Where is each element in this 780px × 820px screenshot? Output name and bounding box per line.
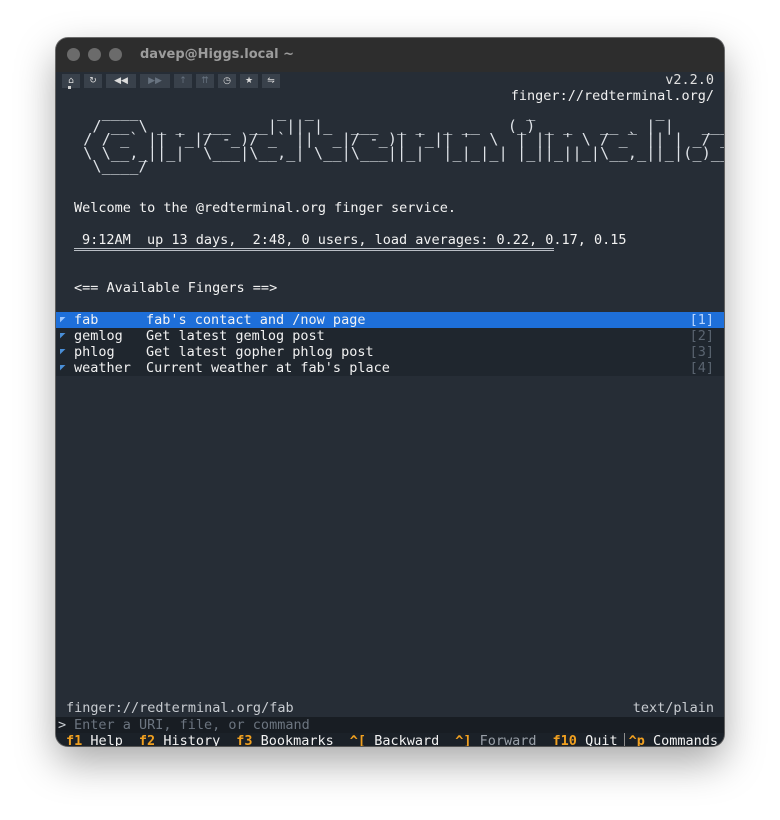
- identity-icon[interactable]: ⇋: [262, 74, 280, 88]
- finger-name: fab: [74, 312, 99, 328]
- available-fingers-heading: <== Available Fingers ==>: [74, 280, 278, 296]
- up-icon[interactable]: ↑: [174, 74, 192, 88]
- link-marker-icon: ◤: [60, 315, 66, 325]
- finger-name: gemlog: [74, 328, 123, 344]
- version-label: v2.2.0: [665, 72, 714, 88]
- backward-key-binding: ^[: [349, 733, 367, 746]
- separator-line: [74, 248, 554, 251]
- bookmarks-key-binding: f3: [236, 733, 253, 746]
- commands-key-label: Commands: [653, 733, 719, 746]
- help-key[interactable]: f1 Help: [66, 733, 123, 746]
- finger-description: Get latest gemlog post: [146, 328, 325, 344]
- title-bar: davep@Higgs.local ~: [56, 38, 724, 72]
- history-key-binding: f2: [138, 733, 156, 746]
- help-key-label: Help: [90, 733, 123, 746]
- navigation-toolbar: ⌂ ↻ ◀◀ ▶▶ ↑ ⇈ ◷ ★ ⇋: [62, 74, 280, 88]
- app-content: ⌂ ↻ ◀◀ ▶▶ ↑ ⇈ ◷ ★ ⇋ v2.2.0 finger://redt…: [56, 72, 724, 746]
- quit-key-label: Quit: [585, 733, 618, 746]
- finger-item[interactable]: ◤ phlog Get latest gopher phlog post [3]: [56, 344, 724, 360]
- reload-icon[interactable]: ↻: [84, 74, 102, 88]
- bookmarks-key-label: Bookmarks: [260, 733, 334, 746]
- command-input[interactable]: [74, 717, 724, 733]
- backward-key-label: Backward: [374, 733, 440, 746]
- minimize-window-button[interactable]: [88, 48, 101, 61]
- forward-key-label: Forward: [479, 733, 537, 746]
- finger-item[interactable]: ◤ gemlog Get latest gemlog post [2]: [56, 328, 724, 344]
- bookmarks-key[interactable]: f3 Bookmarks: [236, 733, 334, 746]
- window-title: davep@Higgs.local ~: [140, 47, 295, 62]
- link-marker-icon: ◤: [60, 363, 66, 373]
- redterminal-ascii-logo: ____ _ _ _ _ / __ \ _ _ ___ __| || |_ __…: [83, 103, 724, 175]
- scroll-marker: [68, 86, 71, 89]
- link-marker-icon: ◤: [60, 347, 66, 357]
- status-bar: finger://redterminal.org/fab text/plain: [56, 700, 724, 716]
- link-marker-icon: ◤: [60, 331, 66, 341]
- forward-icon[interactable]: ▶▶: [140, 74, 170, 88]
- history-icon[interactable]: ◷: [218, 74, 236, 88]
- help-key-binding: f1: [66, 733, 83, 746]
- key-bindings-footer: f1 Help f2 History f3 Bookmarks ^[ Backw…: [56, 733, 724, 746]
- finger-description: fab's contact and /now page: [146, 312, 366, 328]
- close-window-button[interactable]: [67, 48, 80, 61]
- bookmark-icon[interactable]: ★: [240, 74, 258, 88]
- prompt-symbol: >: [58, 717, 67, 733]
- finger-index: [2]: [689, 328, 714, 344]
- quit-key-binding: f10: [552, 733, 577, 746]
- finger-item[interactable]: ◤ fab fab's contact and /now page [1]: [56, 312, 724, 328]
- status-mime-type: text/plain: [632, 700, 714, 716]
- finger-item[interactable]: ◤ weather Current weather at fab's place…: [56, 360, 724, 376]
- backward-key[interactable]: ^[ Backward: [350, 733, 439, 746]
- location-url: finger://redterminal.org/: [510, 88, 714, 104]
- forward-key-binding: ^]: [455, 733, 472, 746]
- history-key-label: History: [163, 733, 221, 746]
- finger-index: [3]: [689, 344, 714, 360]
- finger-index: [1]: [689, 312, 714, 328]
- home-icon[interactable]: ⌂: [62, 74, 80, 88]
- commands-key-binding: ^p: [628, 733, 645, 746]
- command-bar: >: [56, 717, 724, 733]
- history-key[interactable]: f2 History: [139, 733, 220, 746]
- quit-key[interactable]: f10 Quit: [553, 733, 618, 746]
- back-icon[interactable]: ◀◀: [106, 74, 136, 88]
- uptime-text: 9:12AM up 13 days, 2:48, 0 users, load a…: [82, 232, 627, 248]
- status-url: finger://redterminal.org/fab: [66, 700, 294, 716]
- terminal-window: davep@Higgs.local ~ ⌂ ↻ ◀◀ ▶▶ ↑ ⇈ ◷ ★ ⇋ …: [56, 38, 724, 746]
- finger-description: Current weather at fab's place: [146, 360, 390, 376]
- finger-index: [4]: [689, 360, 714, 376]
- finger-name: weather: [74, 360, 131, 376]
- finger-list: ◤ fab fab's contact and /now page [1] ◤ …: [56, 312, 724, 376]
- zoom-window-button[interactable]: [109, 48, 122, 61]
- finger-description: Get latest gopher phlog post: [146, 344, 374, 360]
- finger-name: phlog: [74, 344, 115, 360]
- root-icon[interactable]: ⇈: [196, 74, 214, 88]
- commands-key[interactable]: ^p Commands: [623, 733, 719, 746]
- forward-key[interactable]: ^] Forward: [455, 733, 536, 746]
- welcome-text: Welcome to the @redterminal.org finger s…: [74, 200, 457, 216]
